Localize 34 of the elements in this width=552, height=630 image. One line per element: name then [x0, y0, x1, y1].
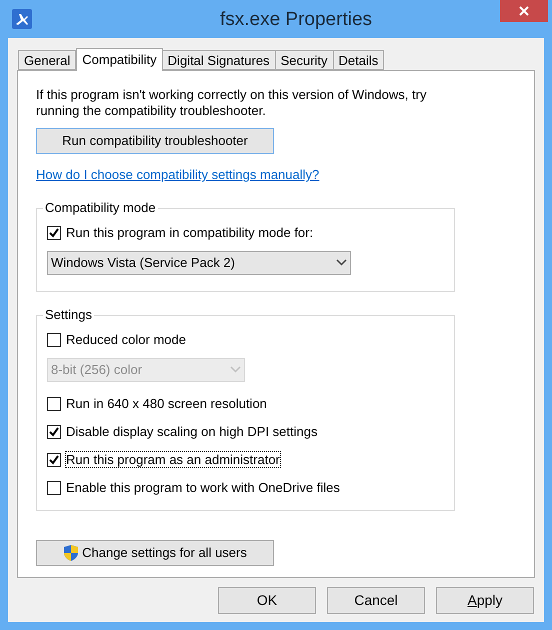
- tab[interactable]: Security: [274, 50, 334, 70]
- help-link[interactable]: How do I choose compatibility settings manually?: [36, 165, 320, 184]
- chevron-down-icon: [230, 366, 241, 373]
- checkbox[interactable]: [47, 452, 61, 466]
- checkbox[interactable]: [47, 424, 61, 438]
- tab[interactable]: Digital Signatures: [162, 50, 276, 70]
- shield-icon: [63, 544, 80, 562]
- tab[interactable]: General: [18, 50, 76, 70]
- dialog-button[interactable]: OK: [218, 587, 316, 614]
- checkbox-label: Disable display scaling on high DPI settings: [66, 424, 318, 439]
- close-button[interactable]: [500, 0, 548, 22]
- checkbox[interactable]: [47, 480, 61, 494]
- checkbox[interactable]: [47, 332, 61, 346]
- troubleshooter-button[interactable]: Run compatibility troubleshooter: [36, 128, 274, 154]
- close-icon: [519, 6, 529, 16]
- checkbox[interactable]: [47, 226, 61, 240]
- checkbox-label: Run this program as an administrator: [66, 452, 280, 467]
- group-title: Compatibility mode: [43, 200, 158, 216]
- checkbox-label: Run this program in compatibility mode for:: [66, 225, 314, 240]
- checkbox-label: Enable this program to work with OneDrive files: [66, 480, 340, 495]
- group-title: Settings: [43, 306, 94, 322]
- intro-text: If this program isn't working correctly on this version of Windows, try running the compatibility troubleshooter.: [36, 87, 428, 119]
- checkbox-label: Run in 640 x 480 screen resolution: [66, 396, 267, 411]
- tab[interactable]: Details: [332, 50, 384, 70]
- chevron-down-icon: [336, 259, 347, 266]
- checkbox-label: Reduced color mode: [66, 332, 186, 347]
- change-settings-button[interactable]: Change settings for all users: [36, 540, 274, 566]
- checkbox[interactable]: [47, 396, 61, 410]
- airplane-icon: [12, 9, 32, 29]
- window-title: fsx.exe Properties: [218, 8, 374, 32]
- dialog-button[interactable]: Apply: [436, 587, 534, 614]
- tab[interactable]: Compatibility: [76, 48, 163, 71]
- dialog-button[interactable]: Cancel: [327, 587, 425, 614]
- dropdown[interactable]: Windows Vista (Service Pack 2): [47, 250, 351, 274]
